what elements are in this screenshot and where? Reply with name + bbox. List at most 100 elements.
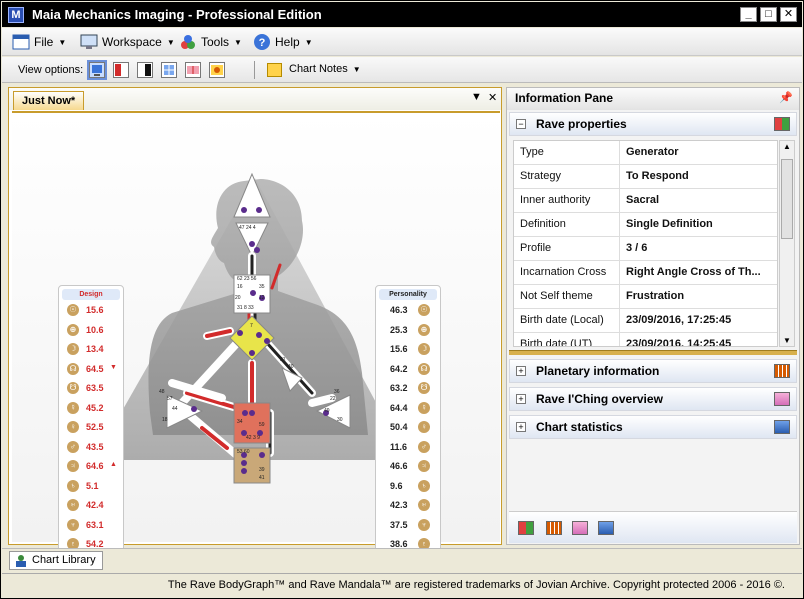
planet-value: 64.4 — [390, 402, 408, 413]
property-row[interactable]: Incarnation Cross Right Angle Cross of Th… — [514, 261, 777, 285]
section-chart-statistics[interactable]: + Chart statistics — [509, 415, 797, 439]
svg-text:16: 16 — [237, 284, 243, 290]
personality-planet-row: 63.2 ☋ — [376, 382, 440, 396]
personality-planet-row: 37.5 ♆ — [376, 518, 440, 533]
tools-menu-label: Tools — [201, 35, 230, 49]
planet-mark-icon: ▲ — [110, 461, 117, 468]
scroll-up-icon[interactable]: ▲ — [783, 142, 791, 151]
planet-glyph-icon: ♀ — [418, 421, 430, 433]
planet-value: 15.6 — [390, 344, 408, 354]
menu-bar: File ▼ Workspace ▼ Tools ▼ ? Help ▼ — [2, 28, 802, 56]
property-value: Frustration — [626, 290, 685, 302]
svg-text:7: 7 — [250, 323, 253, 329]
expand-icon[interactable]: + — [516, 422, 526, 432]
document-tabstrip: Just Now* ▼ ✕ — [9, 88, 501, 110]
personality-planet-row: 25.3 ⊕ — [376, 323, 440, 338]
view-composite-button[interactable] — [209, 62, 225, 78]
planet-glyph-icon: ♂ — [418, 440, 430, 453]
view-bodygraph-button[interactable] — [87, 60, 107, 80]
planet-value: 5.1 — [86, 480, 99, 491]
view-design-button[interactable] — [113, 62, 129, 78]
planet-glyph-icon: ⊕ — [67, 323, 79, 336]
planet-value: 25.3 — [390, 324, 408, 335]
minimize-button[interactable]: _ — [740, 7, 757, 22]
scroll-down-icon[interactable]: ▼ — [783, 336, 791, 345]
view-personality-button[interactable] — [137, 62, 153, 78]
property-value: Sacral — [626, 194, 660, 206]
rave-properties-shortcut-icon[interactable] — [518, 521, 534, 535]
planetary-shortcut-icon[interactable] — [546, 521, 562, 535]
personality-planet-row: 46.3 ☉ — [376, 304, 440, 318]
pin-icon[interactable]: 📌 — [779, 91, 793, 104]
property-value: Generator — [626, 146, 679, 158]
scrollbar-thumb[interactable] — [781, 159, 793, 239]
svg-text:36: 36 — [334, 389, 340, 395]
planet-value: 52.5 — [86, 422, 104, 432]
property-value: Single Definition — [626, 218, 713, 230]
property-row[interactable]: Inner authority Sacral — [514, 189, 777, 213]
expand-icon[interactable]: + — [516, 394, 526, 404]
design-planet-row: ♃ 64.6 ▲ — [59, 460, 123, 474]
personality-column: Personality 46.3 ☉ 25.3 ⊕ 15.6 ☽ 64.2 ☊ 63.2 ☋ 64.… — [375, 285, 441, 553]
planet-value: 63.2 — [390, 383, 408, 393]
statistics-icon — [774, 420, 790, 434]
section-planetary-information[interactable]: + Planetary information — [509, 359, 797, 383]
view-connection-button[interactable] — [161, 62, 177, 78]
property-value: 3 / 6 — [626, 242, 648, 254]
property-row[interactable]: Birth date (Local) 23/09/2016, 17:25:45 — [514, 309, 777, 333]
svg-text:30: 30 — [337, 417, 343, 423]
planet-glyph-icon: ☿ — [67, 401, 79, 414]
planet-value: 37.5 — [390, 519, 408, 530]
library-bar: Chart Library — [2, 548, 802, 572]
personality-planet-row: 15.6 ☽ — [376, 343, 440, 357]
design-planet-row: ♆ 63.1 — [59, 518, 123, 533]
iching-shortcut-icon[interactable] — [572, 521, 588, 535]
property-row[interactable]: Birth date (UT) 23/09/2016, 14:25:45 — [514, 333, 777, 347]
close-button[interactable]: ✕ — [780, 7, 797, 22]
section-rave-iching[interactable]: + Rave I'Ching overview — [509, 387, 797, 411]
column-divider — [619, 165, 620, 189]
property-row[interactable]: Strategy To Respond — [514, 165, 777, 189]
planet-value: 63.1 — [86, 519, 104, 530]
design-planet-row: ☊ 64.5 ▼ — [59, 362, 123, 377]
design-planet-row: ☉ 15.6 — [59, 304, 123, 318]
properties-scrollbar[interactable]: ▲ ▼ — [779, 140, 795, 347]
tools-menu[interactable]: Tools ▼ — [179, 33, 242, 51]
design-planet-row: ☋ 63.5 — [59, 382, 123, 396]
collapse-icon[interactable]: − — [516, 119, 526, 129]
close-document-icon[interactable]: ✕ — [488, 91, 497, 104]
chevron-down-icon: ▼ — [304, 37, 313, 47]
section-rave-properties-label: Rave properties — [536, 117, 627, 131]
personality-planet-row: 11.6 ♂ — [376, 440, 440, 455]
rave-properties-table: Type Generator Strategy To Respond Inner aut… — [513, 140, 778, 347]
workspace-menu[interactable]: Workspace ▼ — [80, 33, 175, 51]
property-row[interactable]: Not Self theme Frustration — [514, 285, 777, 309]
expand-icon[interactable]: + — [516, 366, 526, 376]
property-row[interactable]: Definition Single Definition — [514, 213, 777, 237]
tab-just-now[interactable]: Just Now* — [13, 91, 85, 110]
property-key: Inner authority — [520, 194, 591, 206]
title-bar: M Maia Mechanics Imaging - Professional … — [2, 2, 802, 27]
view-transit-button[interactable] — [185, 62, 201, 78]
svg-text:47 24 4: 47 24 4 — [239, 225, 256, 231]
personality-planet-row: 50.4 ♀ — [376, 421, 440, 435]
chart-notes-button[interactable]: Chart Notes ▼ — [267, 63, 361, 77]
property-row[interactable]: Profile 3 / 6 — [514, 237, 777, 261]
svg-text:31 8 33: 31 8 33 — [237, 305, 254, 311]
tab-chart-library[interactable]: Chart Library — [9, 551, 103, 570]
pane-splitter[interactable] — [509, 350, 797, 355]
chevron-down-icon: ▼ — [352, 64, 361, 74]
design-planet-row: ☽ 13.4 — [59, 343, 123, 357]
section-rave-properties[interactable]: − Rave properties — [509, 112, 797, 136]
svg-text:42 3 9: 42 3 9 — [246, 435, 260, 441]
file-menu[interactable]: File ▼ — [12, 33, 66, 51]
bodygraph-canvas[interactable]: 47 24 4 62 23 56 16 35 20 12 31 8 33 7 21 4… — [12, 111, 500, 553]
maximize-button[interactable]: □ — [760, 7, 777, 22]
tab-list-chevron-icon[interactable]: ▼ — [471, 91, 482, 103]
property-key: Incarnation Cross — [520, 266, 607, 278]
tools-icon — [179, 33, 197, 51]
statistics-shortcut-icon[interactable] — [598, 521, 614, 535]
help-menu[interactable]: ? Help ▼ — [253, 33, 313, 51]
property-key: Birth date (UT) — [520, 338, 593, 347]
property-row[interactable]: Type Generator — [514, 141, 777, 165]
